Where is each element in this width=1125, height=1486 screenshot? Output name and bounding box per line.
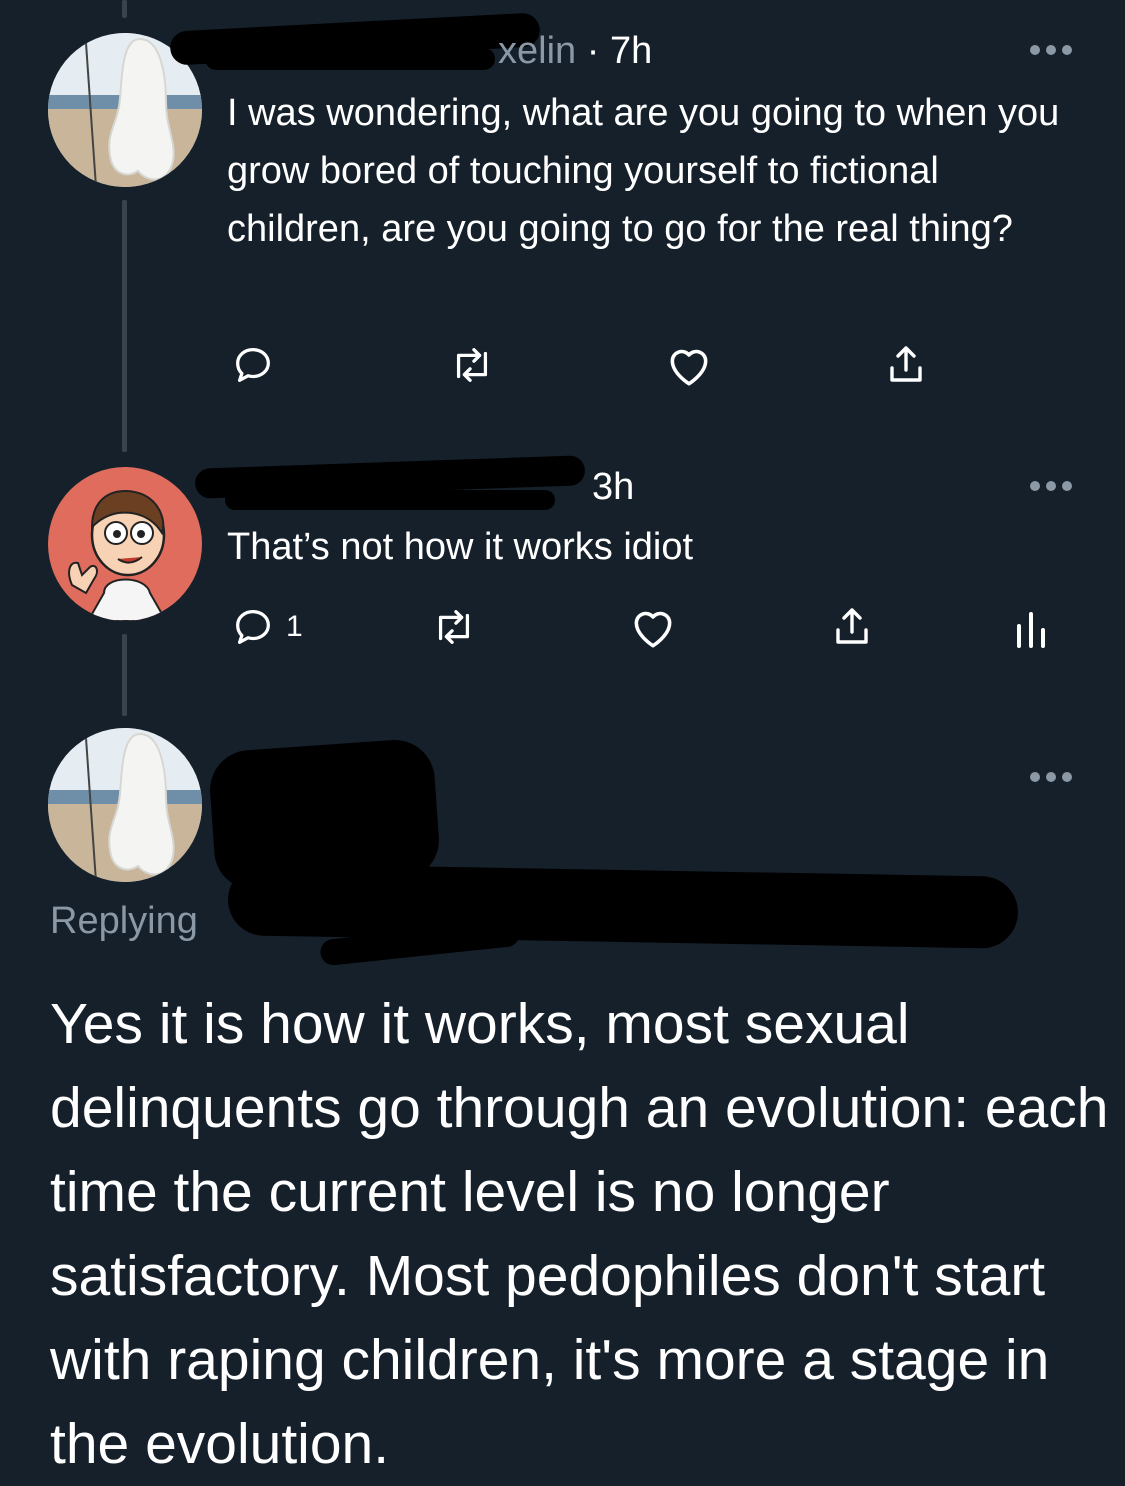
share-icon bbox=[890, 346, 922, 382]
heart-icon bbox=[670, 349, 708, 386]
redacted-name-scribble bbox=[225, 490, 555, 510]
dot-icon bbox=[1030, 45, 1040, 55]
dot-icon bbox=[1046, 772, 1056, 782]
separator: · bbox=[586, 30, 600, 72]
retweet-icon bbox=[456, 348, 488, 382]
share-button[interactable] bbox=[828, 602, 876, 650]
dot-icon bbox=[1062, 45, 1072, 55]
tweet-meta: 3h bbox=[592, 466, 634, 509]
dot-icon bbox=[1062, 772, 1072, 782]
cartoon-boy-waving-avatar-icon bbox=[48, 467, 202, 621]
avatar[interactable] bbox=[48, 728, 202, 882]
replying-prefix: Replying bbox=[50, 900, 198, 942]
share-button[interactable] bbox=[882, 340, 930, 388]
tweet-meta: xelin · 7h bbox=[498, 30, 652, 73]
more-options-button[interactable] bbox=[1030, 481, 1072, 491]
sculpture-on-beach-avatar-icon bbox=[48, 728, 202, 882]
analytics-icon bbox=[1017, 612, 1045, 648]
tweet-text: I was wondering, what are you going to w… bbox=[227, 92, 1060, 250]
reply-icon bbox=[236, 610, 270, 644]
reply-button[interactable]: 1 bbox=[230, 604, 303, 650]
thread-line-1 bbox=[122, 200, 127, 452]
dot-icon bbox=[1046, 45, 1056, 55]
timestamp[interactable]: 7h bbox=[610, 30, 652, 72]
reply-icon bbox=[236, 348, 270, 382]
handle-fragment[interactable]: xelin bbox=[498, 30, 576, 72]
tweet-text: Yes it is how it works, most sexual deli… bbox=[50, 992, 1109, 1476]
like-button[interactable] bbox=[664, 342, 714, 388]
like-button[interactable] bbox=[628, 604, 678, 650]
tweet-text: That’s not how it works idiot bbox=[227, 526, 694, 568]
retweet-button[interactable] bbox=[428, 604, 480, 650]
more-options-button[interactable] bbox=[1030, 772, 1072, 782]
dot-icon bbox=[1062, 481, 1072, 491]
avatar[interactable] bbox=[48, 467, 202, 621]
thread-line-2 bbox=[122, 634, 127, 716]
heart-icon bbox=[634, 611, 672, 648]
retweet-icon bbox=[438, 610, 470, 644]
thread-line-top bbox=[122, 0, 127, 18]
reply-count: 1 bbox=[286, 610, 303, 643]
dot-icon bbox=[1046, 481, 1056, 491]
timestamp[interactable]: 3h bbox=[592, 466, 634, 508]
dot-icon bbox=[1030, 772, 1040, 782]
retweet-button[interactable] bbox=[446, 342, 498, 388]
share-icon bbox=[836, 608, 868, 644]
analytics-button[interactable] bbox=[1015, 606, 1049, 648]
reply-button[interactable] bbox=[230, 342, 276, 388]
dot-icon bbox=[1030, 481, 1040, 491]
replying-to-label: Replying bbox=[50, 900, 198, 943]
redacted-replying-handles bbox=[227, 863, 1019, 949]
redacted-name-scribble bbox=[205, 48, 495, 70]
more-options-button[interactable] bbox=[1030, 45, 1072, 55]
